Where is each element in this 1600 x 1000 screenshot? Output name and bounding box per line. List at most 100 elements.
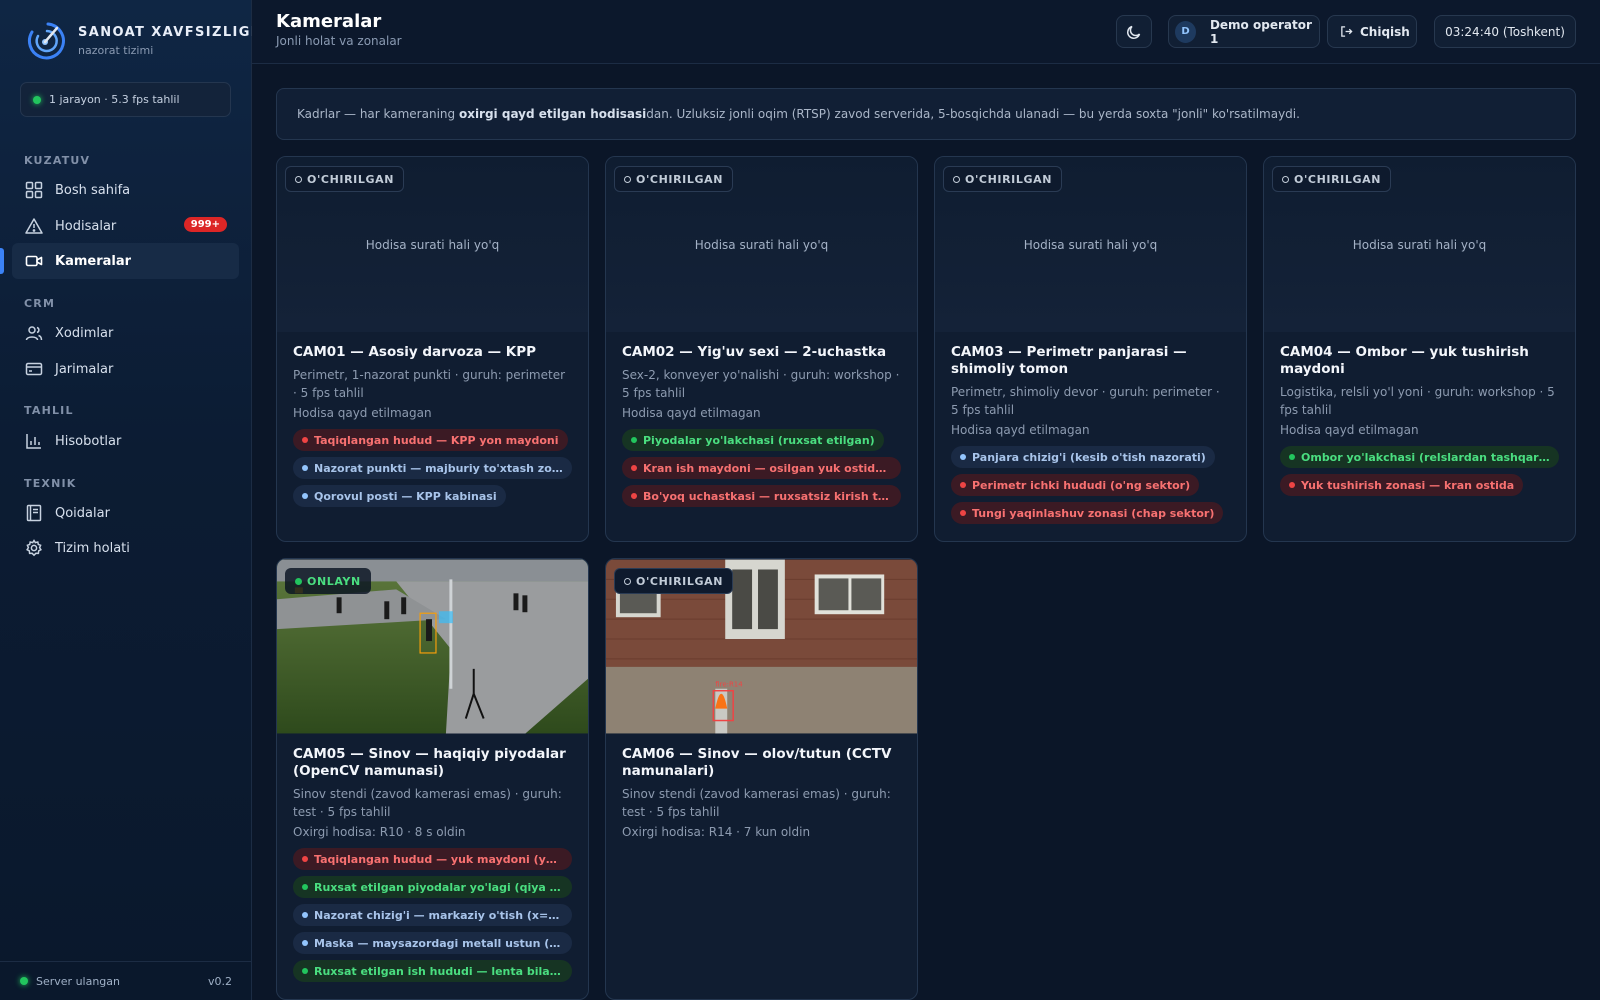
user-menu[interactable]: D Demo operator 1 [1168,15,1320,48]
zone-dot-icon [631,437,637,443]
user-name: Demo operator 1 [1209,17,1312,46]
zone-dot-icon [302,884,308,890]
sidebar-item-events[interactable]: Hodisalar 999+ [12,208,239,244]
camera-title: CAM06 — Sinov — olov/tutun (CCTV namunal… [622,746,892,779]
zone-tag[interactable]: Nazorat chizig'i — markaziy o'tish (x=0.… [293,904,572,926]
nav-section-texnik: TEXNIK [24,477,77,490]
sidebar-item-system[interactable]: Tizim holati [12,530,239,566]
zone-tag[interactable]: Nazorat punkti — majburiy to'xtash zonas… [293,457,572,479]
status-badge-online: ONLAYN [285,568,371,594]
camera-title: CAM03 — Perimetr panjarasi — shimoliy to… [951,344,1187,377]
camera-card-body: CAM04 — Ombor — yuk tushirish maydoni Lo… [1264,332,1575,512]
zone-tag[interactable]: Qorovul posti — KPP kabinasi [293,485,506,507]
status-badge-offline: O'CHIRILGAN [614,568,734,594]
app-version: v0.2 [207,974,232,988]
zone-dot-icon [960,482,966,488]
camera-description: Logistika, relsli yo'l yoni · guruh: wor… [1280,385,1555,417]
zone-dot-icon [302,968,308,974]
zone-tag[interactable]: Panjara chizig'i (kesib o'tish nazorati) [951,446,1215,468]
users-icon [25,326,43,341]
camera-card[interactable]: fire:R14 O'CHIRILGAN CAM06 — Sinov — olo… [605,558,918,1000]
camera-card[interactable]: Hodisa surati hali yo'q O'CHIRILGAN CAM0… [605,156,918,542]
processing-status: 1 jarayon · 5.3 fps tahlil [20,82,231,117]
status-badge-offline: O'CHIRILGAN [285,166,405,192]
zone-tag[interactable]: Maska — maysazordagi metall ustun (soxta… [293,932,572,954]
camera-snapshot[interactable]: fire:R14 O'CHIRILGAN [606,559,917,734]
brand-subtitle: nazorat tizimi [78,44,154,57]
sidebar-footer: Server ulangan v0.2 [0,961,252,1000]
bar-chart-icon [26,434,41,449]
zone-dot-icon [960,510,966,516]
logout-button[interactable]: Chiqish [1327,15,1417,48]
brand-title: SANOAT XAVFSIZLIGI [78,25,258,40]
no-snapshot-text: Hodisa surati hali yo'q [365,237,500,252]
zone-tag[interactable]: Ombor yo'lakchasi (relslardan tashqari, … [1280,446,1559,468]
zone-tag[interactable]: Piyodalar yo'lakchasi (ruxsat etilgan) [622,429,884,451]
fire-detection-label: fire:R14 [715,681,743,689]
logout-icon [1341,26,1353,37]
camera-card-body: CAM01 — Asosiy darvoza — KPP Perimetr, 1… [277,332,588,523]
camera-title: CAM05 — Sinov — haqiqiy piyodalar (OpenC… [293,746,566,779]
camera-card[interactable]: Hodisa surati hali yo'q O'CHIRILGAN CAM0… [934,156,1247,542]
camera-snapshot[interactable]: Hodisa surati hali yo'q O'CHIRILGAN [935,157,1246,332]
camera-snapshot[interactable]: Hodisa surati hali yo'q O'CHIRILGAN [606,157,917,332]
theme-toggle-button[interactable] [1116,15,1152,48]
gear-icon [26,539,42,557]
zone-dot-icon [302,465,308,471]
camera-card-body: CAM06 — Sinov — olov/tutun (CCTV namunal… [606,734,917,858]
zone-tag[interactable]: Ruxsat etilgan piyodalar yo'lagi (qiya b… [293,876,572,898]
active-indicator [0,248,4,274]
events-count-badge: 999+ [183,217,227,232]
camera-card[interactable]: Hodisa surati hali yo'q O'CHIRILGAN CAM0… [276,156,589,542]
sidebar-item-home[interactable]: Bosh sahifa [12,172,239,208]
zone-tag[interactable]: Taqiqlangan hudud — yuk maydoni (yuqori … [293,848,572,870]
zone-tag[interactable]: Kran ish maydoni — osilgan yuk ostidagi … [622,457,901,479]
sidebar-item-label: Hodisalar [55,218,117,234]
no-snapshot-text: Hodisa surati hali yo'q [1023,237,1158,252]
sidebar-item-label: Jarimalar [55,361,114,377]
sidebar-item-fines[interactable]: Jarimalar [12,351,239,387]
camera-card[interactable]: Hodisa surati hali yo'q O'CHIRILGAN CAM0… [1263,156,1576,542]
sidebar-item-staff[interactable]: Xodimlar [12,315,239,351]
sidebar-item-label: Kameralar [55,253,132,269]
zone-tag[interactable]: Ruxsat etilgan ish hududi — lenta bilan … [293,960,572,982]
zone-tag[interactable]: Perimetr ichki hududi (o'ng sektor) [951,474,1200,496]
zone-tag[interactable]: Tungi yaqinlashuv zonasi (chap sektor) [951,502,1224,524]
sidebar-item-cameras[interactable]: Kameralar [12,243,239,279]
nav-section-kuzatuv: KUZATUV [24,154,91,167]
camera-card-body: CAM03 — Perimetr panjarasi — shimoliy to… [935,332,1246,540]
zone-dot-icon [302,940,308,946]
nav-section-tahlil: TAHLIL [24,404,74,417]
camera-card-body: CAM02 — Yig'uv sexi — 2-uchastka Sex-2, … [606,332,917,523]
camera-last-event: Hodisa qayd etilmagan [622,406,761,420]
zone-dot-icon [1289,482,1295,488]
sidebar-item-label: Xodimlar [55,325,114,341]
sidebar-item-label: Hisobotlar [55,433,122,449]
topbar: Kameralar Jonli holat va zonalar D Demo … [252,0,1600,64]
sidebar: SANOAT XAVFSIZLIGI nazorat tizimi 1 jara… [0,0,256,1000]
zone-dot-icon [631,465,637,471]
zone-tag[interactable]: Taqiqlangan hudud — KPP yon maydoni [293,429,568,451]
sidebar-item-reports[interactable]: Hisobotlar [12,423,239,459]
avatar: D [1175,20,1196,43]
camera-card-body: CAM05 — Sinov — haqiqiy piyodalar (OpenC… [277,734,588,998]
sidebar-item-label: Bosh sahifa [55,182,131,198]
camera-snapshot[interactable]: ONLAYN [277,559,588,734]
zone-tag[interactable]: Bo'yoq uchastkasi — ruxsatsiz kirish taq… [622,485,901,507]
zone-tag[interactable]: Yuk tushirish zonasi — kran ostida [1280,474,1524,496]
status-dot-icon [33,95,41,104]
moon-icon [1127,25,1141,39]
camera-card[interactable]: ONLAYN CAM05 — Sinov — haqiqiy piyodalar… [276,558,589,1000]
camera-snapshot[interactable]: Hodisa surati hali yo'q O'CHIRILGAN [277,157,588,332]
dashboard-icon [25,181,43,199]
camera-description: Sinov stendi (zavod kamerasi emas) · gur… [622,787,891,819]
sidebar-item-rules[interactable]: Qoidalar [12,495,239,531]
camera-last-event: Hodisa qayd etilmagan [951,423,1090,437]
camera-snapshot[interactable]: Hodisa surati hali yo'q O'CHIRILGAN [1264,157,1575,332]
camera-description: Sex-2, konveyer yo'nalishi · guruh: work… [622,368,900,400]
camera-title: CAM04 — Ombor — yuk tushirish maydoni [1280,344,1529,377]
sidebar-item-label: Qoidalar [55,505,110,521]
camera-title: CAM02 — Yig'uv sexi — 2-uchastka [622,344,887,360]
server-status: Server ulangan [36,974,121,988]
camera-last-event: Oxirgi hodisa: R14 · 7 kun oldin [622,825,811,839]
